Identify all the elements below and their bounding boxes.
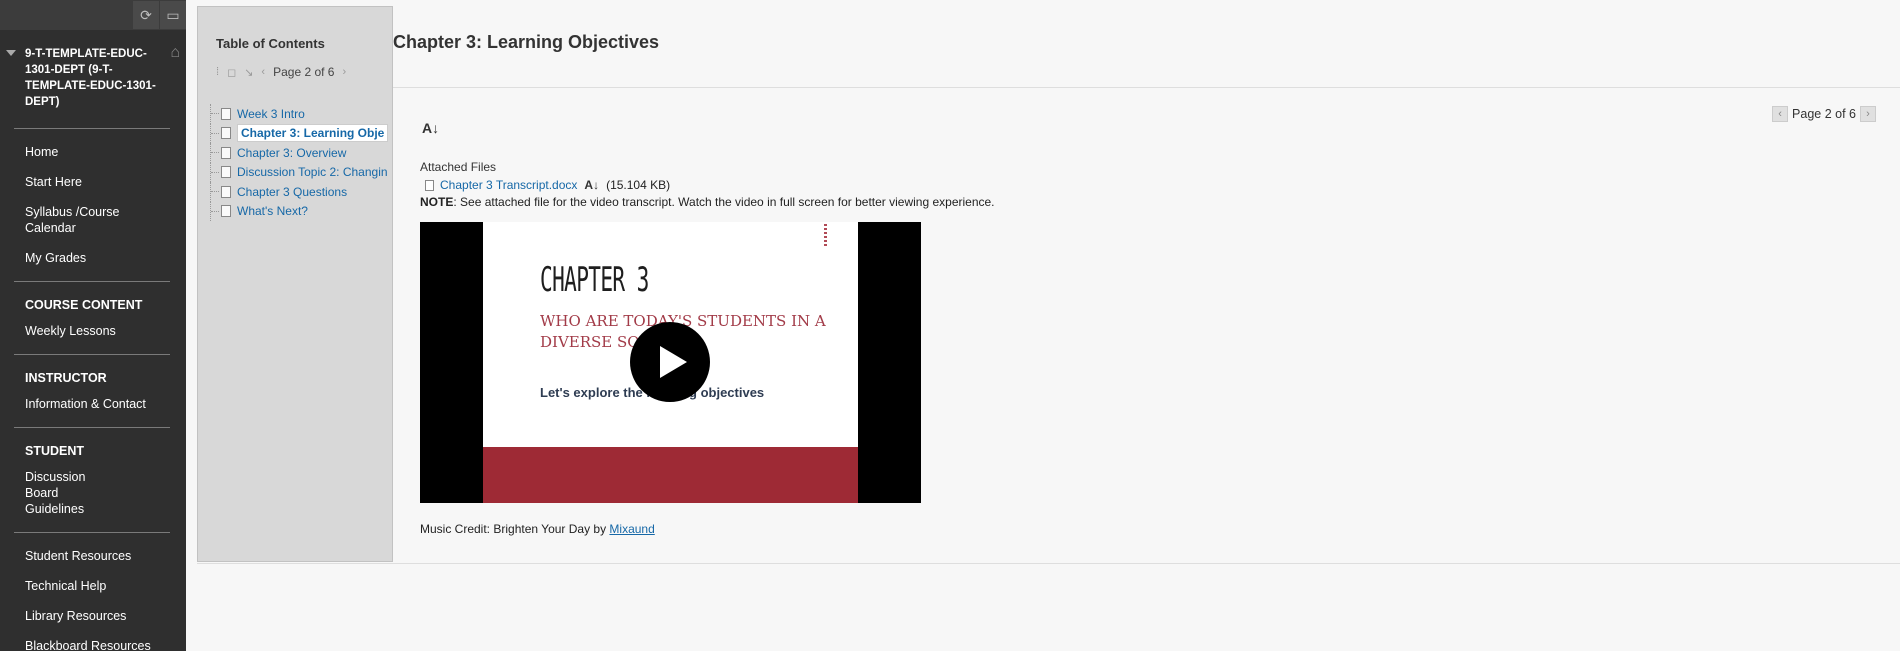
toc-expand-icon[interactable]: ◻	[227, 66, 236, 79]
note-text: NOTE: See attached file for the video tr…	[420, 195, 995, 209]
toc-prev-icon[interactable]: ‹	[261, 66, 265, 78]
toc-item[interactable]: Week 3 Intro	[210, 104, 394, 124]
document-icon	[425, 179, 434, 191]
note-label: NOTE	[420, 195, 454, 209]
collapse-menu-icon[interactable]	[6, 50, 16, 56]
document-icon	[221, 127, 231, 140]
play-button[interactable]	[630, 322, 710, 402]
toc-item[interactable]: What's Next?	[210, 201, 394, 221]
menu-link-syllabus[interactable]: Syllabus /Course Calendar	[0, 197, 186, 243]
menu-link-blackboard-resources[interactable]: Blackboard Resources	[0, 631, 186, 651]
course-menu: ⟳ ▭ 9-T-TEMPLATE-EDUC-1301-DEPT (9-T-TEM…	[0, 0, 186, 651]
divider	[393, 87, 1900, 88]
toc-detach-icon[interactable]: ↘	[244, 66, 253, 79]
menu-link-start-here[interactable]: Start Here	[0, 167, 186, 197]
toc-next-icon[interactable]: ›	[342, 66, 346, 78]
attachment-link[interactable]: Chapter 3 Transcript.docx	[440, 178, 577, 192]
play-icon	[659, 346, 687, 378]
table-of-contents-panel: Table of Contents ⁞ ◻ ↘ ‹ Page 2 of 6 › …	[197, 6, 393, 562]
slide-chapter-title: CHAPTER 3	[540, 260, 649, 300]
toc-collapse-icon[interactable]: ⁞	[216, 66, 219, 78]
toc-page-indicator: Page 2 of 6	[273, 65, 335, 79]
text-size-icon[interactable]: A↓	[584, 178, 599, 192]
toc-item[interactable]: Discussion Topic 2: Changin	[210, 162, 394, 182]
video-player[interactable]: CHAPTER 3 WHO ARE TODAY'S STUDENTS IN A …	[420, 222, 921, 503]
menu-link-my-grades[interactable]: My Grades	[0, 243, 186, 273]
menu-divider	[14, 532, 170, 533]
content-pager: ‹ Page 2 of 6 ›	[1772, 106, 1876, 122]
menu-heading-course-content: COURSE CONTENT	[25, 298, 143, 312]
menu-divider	[14, 427, 170, 428]
attachment-size: (15.104 KB)	[606, 178, 671, 192]
document-icon	[221, 205, 231, 218]
menu-divider	[14, 281, 170, 282]
home-icon[interactable]: ⌂	[170, 44, 180, 62]
prev-page-button[interactable]: ‹	[1772, 106, 1789, 122]
music-credit: Music Credit: Brighten Your Day by Mixau…	[420, 522, 655, 536]
toc-list: Week 3 Intro Chapter 3: Learning Obje Ch…	[210, 104, 394, 221]
folder-icon[interactable]: ▭	[160, 1, 186, 29]
menu-link-information-contact[interactable]: Information & Contact	[0, 389, 186, 419]
course-menu-toolbar: ⟳ ▭	[0, 0, 186, 30]
next-page-button[interactable]: ›	[1860, 106, 1876, 122]
menu-divider	[14, 354, 170, 355]
menu-link-discussion-guidelines[interactable]: Discussion Board Guidelines	[0, 462, 130, 524]
course-title[interactable]: 9-T-TEMPLATE-EDUC-1301-DEPT (9-T-TEMPLAT…	[25, 46, 165, 110]
slide-decoration	[824, 224, 827, 248]
slide-band	[483, 447, 858, 503]
toc-item[interactable]: Chapter 3 Questions	[210, 182, 394, 202]
menu-link-student-resources[interactable]: Student Resources	[0, 541, 186, 571]
toc-title: Table of Contents	[216, 36, 325, 51]
menu-link-weekly-lessons[interactable]: Weekly Lessons	[0, 316, 186, 346]
toc-item-active[interactable]: Chapter 3: Learning Obje	[210, 123, 394, 143]
page-title: Chapter 3: Learning Objectives	[393, 32, 660, 52]
divider	[197, 563, 1900, 564]
document-icon	[221, 146, 231, 159]
toc-item[interactable]: Chapter 3: Overview	[210, 143, 394, 163]
mixaund-link[interactable]: Mixaund	[609, 522, 654, 536]
menu-link-library-resources[interactable]: Library Resources	[0, 601, 186, 631]
menu-heading-student: STUDENT	[25, 444, 85, 458]
page-indicator: Page 2 of 6	[1792, 107, 1856, 121]
menu-divider	[14, 128, 170, 129]
document-icon	[221, 107, 231, 120]
attachment-row: Chapter 3 Transcript.docx A↓ (15.104 KB)	[425, 178, 670, 192]
refresh-icon[interactable]: ⟳	[133, 1, 159, 29]
attached-files-label: Attached Files	[420, 160, 497, 174]
menu-link-technical-help[interactable]: Technical Help	[0, 571, 186, 601]
menu-link-home[interactable]: Home	[0, 137, 186, 167]
toc-pager: ⁞ ◻ ↘ ‹ Page 2 of 6 ›	[216, 65, 354, 79]
document-icon	[221, 185, 231, 198]
document-icon	[221, 166, 231, 179]
menu-heading-instructor: INSTRUCTOR	[25, 371, 107, 385]
text-size-icon[interactable]: A↓	[422, 120, 439, 136]
